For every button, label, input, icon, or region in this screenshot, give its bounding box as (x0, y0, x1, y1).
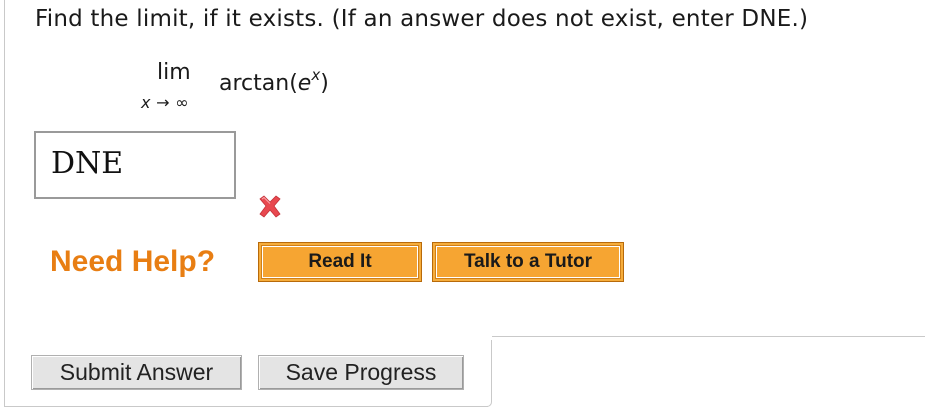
function-exponent: x (311, 66, 321, 84)
panel-border-tab (492, 336, 925, 337)
lim-target: ∞ (175, 93, 189, 112)
limit-expression: lim x → ∞ arctan(ex) (140, 58, 390, 118)
function-base: e (297, 71, 312, 96)
talk-to-tutor-button[interactable]: Talk to a Tutor (432, 242, 624, 282)
save-progress-button[interactable]: Save Progress (258, 355, 464, 390)
panel-border-corner (487, 340, 492, 407)
submit-answer-button[interactable]: Submit Answer (31, 355, 242, 390)
panel-border-left (4, 0, 5, 406)
lim-variable: x (141, 93, 151, 112)
lim-subscript: x → ∞ (141, 93, 189, 112)
lim-arrow: → (156, 93, 170, 112)
need-help-label: Need Help? (50, 245, 216, 278)
question-prompt: Find the limit, if it exists. (If an ans… (35, 6, 809, 32)
function-prefix: arctan( (219, 71, 298, 96)
function-suffix: ) (320, 71, 329, 96)
answer-input[interactable] (36, 133, 234, 197)
panel-border-bottom (4, 406, 488, 407)
read-it-label: Read It (261, 245, 419, 279)
answer-field-box[interactable] (34, 131, 236, 199)
limit-function: arctan(ex) (219, 66, 329, 96)
lim-operator: lim (157, 60, 191, 85)
read-it-button[interactable]: Read It (258, 242, 422, 282)
talk-to-tutor-label: Talk to a Tutor (435, 245, 621, 279)
x-mark-icon (256, 193, 284, 221)
